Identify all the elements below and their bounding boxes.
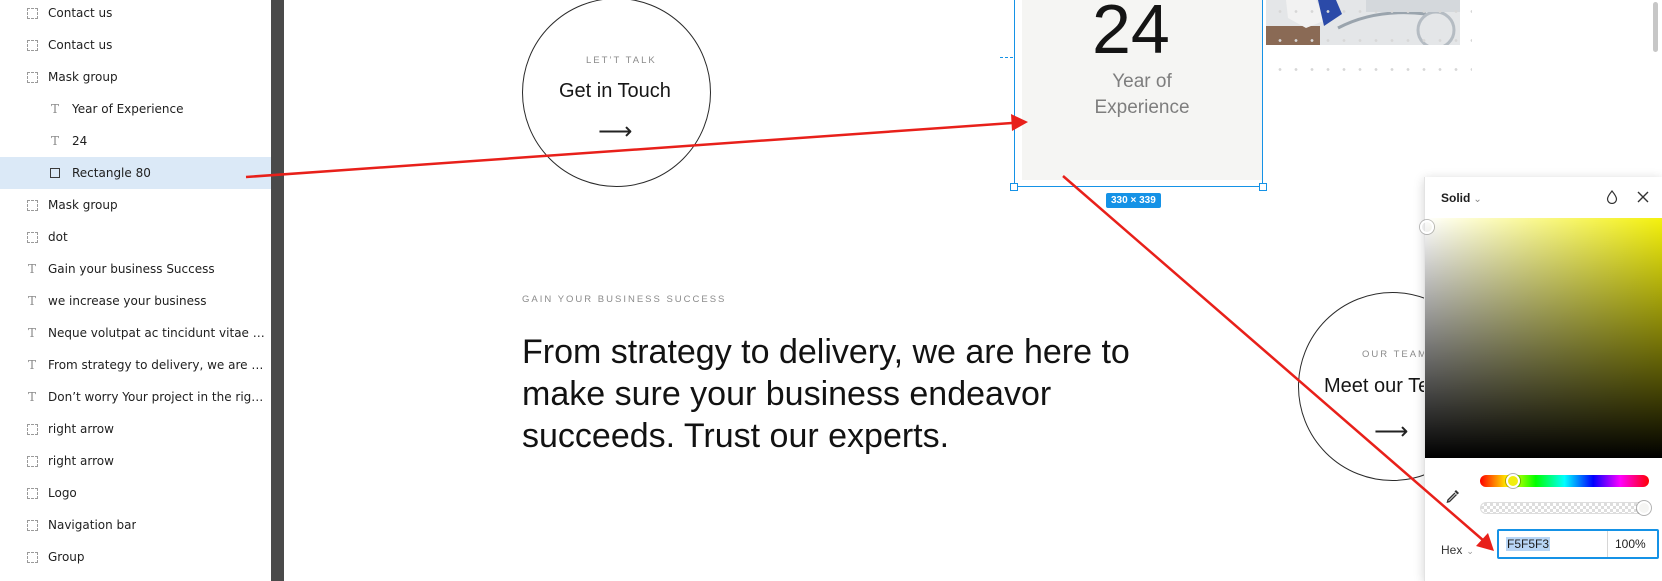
text-icon: T bbox=[27, 390, 36, 404]
layer-row[interactable]: T Gain your business Success bbox=[0, 253, 271, 285]
frame-icon bbox=[25, 198, 39, 212]
headline-line: succeeds. Trust our experts. bbox=[522, 417, 950, 455]
layer-row[interactable]: Navigation bar bbox=[0, 509, 271, 541]
layers-panel: Contact us Contact us Mask group T Year … bbox=[0, 0, 271, 581]
contact-eyebrow: LET’T TALK bbox=[586, 55, 657, 66]
chevron-down-icon: ⌄ bbox=[1473, 194, 1482, 205]
layer-label: Group bbox=[48, 550, 85, 564]
frame-icon bbox=[25, 422, 39, 436]
frame-icon bbox=[25, 230, 39, 244]
frame-icon bbox=[25, 486, 39, 500]
fill-type-label: Solid bbox=[1441, 191, 1471, 205]
guide-line bbox=[1000, 57, 1013, 58]
layer-label: Gain your business Success bbox=[48, 262, 215, 276]
text-icon: T bbox=[50, 102, 59, 116]
layer-row[interactable]: T 24 bbox=[0, 125, 271, 157]
layer-label: Navigation bar bbox=[48, 518, 137, 532]
dimension-badge: 330 × 339 bbox=[1106, 193, 1161, 208]
frame-icon bbox=[25, 454, 39, 468]
rectangle-icon bbox=[48, 166, 62, 180]
layer-row[interactable]: dot bbox=[0, 221, 271, 253]
layer-row[interactable]: Contact us bbox=[0, 29, 271, 61]
drop-icon[interactable] bbox=[1603, 188, 1621, 206]
hex-separator bbox=[1607, 531, 1608, 557]
section-eyebrow: GAIN YOUR BUSINESS SUCCESS bbox=[522, 294, 727, 305]
color-mode-dropdown[interactable]: Hex ⌄ bbox=[1441, 543, 1474, 557]
chevron-down-icon: ⌄ bbox=[1466, 546, 1474, 556]
right-arrow-icon: ⟶ bbox=[1374, 417, 1409, 445]
layer-label: Contact us bbox=[48, 38, 113, 52]
resize-handle[interactable] bbox=[1010, 183, 1018, 191]
close-icon[interactable] bbox=[1634, 188, 1652, 206]
contact-title: Get in Touch bbox=[559, 80, 671, 102]
layer-label: Neque volutpat ac tincidunt vitae semp..… bbox=[48, 326, 266, 340]
layer-row[interactable]: right arrow bbox=[0, 413, 271, 445]
hex-input[interactable]: F5F5F3 bbox=[1506, 537, 1551, 551]
fill-type-dropdown[interactable]: Solid ⌄ bbox=[1441, 191, 1482, 205]
eyedropper-icon[interactable] bbox=[1445, 488, 1461, 504]
dot-pattern bbox=[1272, 0, 1472, 94]
section-headline: From strategy to delivery, we are here t… bbox=[522, 331, 1130, 457]
frame-icon bbox=[25, 550, 39, 564]
layer-label: Year of Experience bbox=[72, 102, 184, 116]
saturation-brightness-area[interactable] bbox=[1425, 218, 1662, 458]
hue-knob[interactable] bbox=[1506, 474, 1520, 488]
layer-row[interactable]: T we increase your business bbox=[0, 285, 271, 317]
resize-handle[interactable] bbox=[1259, 183, 1267, 191]
text-icon: T bbox=[27, 358, 36, 372]
right-arrow-icon: ⟶ bbox=[598, 117, 633, 145]
layer-label: right arrow bbox=[48, 454, 114, 468]
frame-icon bbox=[25, 518, 39, 532]
text-icon: T bbox=[27, 294, 36, 308]
layer-row[interactable]: Mask group bbox=[0, 189, 271, 221]
color-mode-label: Hex bbox=[1441, 543, 1463, 557]
layer-row[interactable]: Contact us bbox=[0, 0, 271, 29]
layer-label: Rectangle 80 bbox=[72, 166, 151, 180]
text-icon: T bbox=[27, 262, 36, 276]
opacity-slider[interactable] bbox=[1480, 502, 1649, 514]
layer-label: Logo bbox=[48, 486, 77, 500]
layer-label: From strategy to delivery, we are here .… bbox=[48, 358, 266, 372]
layer-label: Contact us bbox=[48, 6, 113, 20]
layer-label: Don’t worry Your project in the right ha… bbox=[48, 390, 266, 404]
canvas-scrollbar[interactable] bbox=[1653, 2, 1658, 52]
layer-label: dot bbox=[48, 230, 68, 244]
team-eyebrow: OUR TEAM bbox=[1362, 349, 1428, 360]
color-knob[interactable] bbox=[1420, 220, 1434, 234]
color-picker[interactable]: Solid ⌄ Hex ⌄ F5F5F3 100% bbox=[1420, 177, 1662, 581]
layer-label: right arrow bbox=[48, 422, 114, 436]
layer-row[interactable]: T Year of Experience bbox=[0, 93, 271, 125]
layer-row[interactable]: Logo bbox=[0, 477, 271, 509]
layer-row[interactable]: T Neque volutpat ac tincidunt vitae semp… bbox=[0, 317, 271, 349]
layer-row[interactable]: Mask group bbox=[0, 61, 271, 93]
text-icon: T bbox=[27, 326, 36, 340]
opacity-input[interactable]: 100% bbox=[1615, 537, 1646, 551]
frame-icon bbox=[25, 38, 39, 52]
layer-row-selected[interactable]: Rectangle 80 bbox=[0, 157, 271, 189]
headline-line: make sure your business endeavor bbox=[522, 375, 1052, 413]
panel-divider[interactable] bbox=[271, 0, 284, 581]
frame-icon bbox=[25, 6, 39, 20]
opacity-knob[interactable] bbox=[1637, 501, 1651, 515]
layer-label: we increase your business bbox=[48, 294, 207, 308]
frame-icon bbox=[25, 70, 39, 84]
selection-box bbox=[1014, 0, 1263, 187]
layer-row[interactable]: right arrow bbox=[0, 445, 271, 477]
hex-input-group[interactable]: F5F5F3 100% bbox=[1497, 529, 1659, 559]
text-icon: T bbox=[50, 134, 59, 148]
headline-line: From strategy to delivery, we are here t… bbox=[522, 333, 1130, 371]
layer-label: Mask group bbox=[48, 198, 118, 212]
layer-label: Mask group bbox=[48, 70, 118, 84]
layer-row[interactable]: T Don’t worry Your project in the right … bbox=[0, 381, 271, 413]
layer-label: 24 bbox=[72, 134, 88, 148]
layer-row[interactable]: T From strategy to delivery, we are here… bbox=[0, 349, 271, 381]
layer-row[interactable]: Group bbox=[0, 541, 271, 573]
